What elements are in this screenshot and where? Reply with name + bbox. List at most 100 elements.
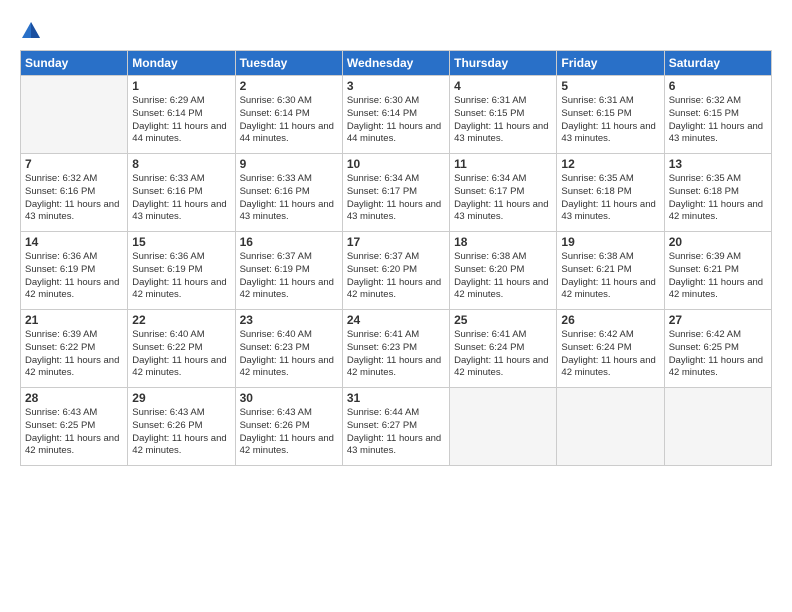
calendar-cell: 23Sunrise: 6:40 AM Sunset: 6:23 PM Dayli… (235, 310, 342, 388)
page: SundayMondayTuesdayWednesdayThursdayFrid… (0, 0, 792, 612)
calendar-week-row: 28 Sunrise: 6:43 AM Sunset: 6:25 PM Dayli… (21, 388, 772, 466)
calendar-week-row: 21 Sunrise: 6:39 AM Sunset: 6:22 PM Dayli… (21, 310, 772, 388)
calendar-cell: 12 Sunrise: 6:35 AM Sunset: 6:18 PM Dayli… (557, 154, 664, 232)
day-number: 4 (454, 79, 552, 93)
day-number: 18 (454, 235, 552, 249)
calendar-cell: 21 Sunrise: 6:39 AM Sunset: 6:22 PM Dayli… (21, 310, 128, 388)
day-info: Sunrise: 6:36 AM Sunset: 6:19 PM Dayligh… (25, 251, 123, 302)
calendar-week-row: 7 Sunrise: 6:32 AM Sunset: 6:16 PM Daylig… (21, 154, 772, 232)
day-number: 24 (347, 313, 445, 327)
calendar-cell: 17 Sunrise: 6:37 AM Sunset: 6:20 PM Dayli… (342, 232, 449, 310)
day-info: Sunrise: 6:34 AM Sunset: 6:17 PM Dayligh… (454, 173, 552, 224)
day-info: Sunrise: 6:39 AM Sunset: 6:22 PM Dayligh… (25, 329, 123, 380)
calendar-cell (557, 388, 664, 466)
calendar-cell: 8Sunrise: 6:33 AM Sunset: 6:16 PM Daylig… (128, 154, 235, 232)
calendar-cell (21, 76, 128, 154)
calendar-cell: 19 Sunrise: 6:38 AM Sunset: 6:21 PM Dayli… (557, 232, 664, 310)
logo (20, 18, 46, 42)
day-info: Sunrise: 6:39 AM Sunset: 6:21 PM Dayligh… (669, 251, 767, 302)
day-info: Sunrise: 6:35 AM Sunset: 6:18 PM Dayligh… (669, 173, 767, 224)
calendar-cell: 22Sunrise: 6:40 AM Sunset: 6:22 PM Dayli… (128, 310, 235, 388)
day-number: 31 (347, 391, 445, 405)
day-number: 27 (669, 313, 767, 327)
day-info: Sunrise: 6:42 AM Sunset: 6:25 PM Dayligh… (669, 329, 767, 380)
calendar-cell (664, 388, 771, 466)
day-number: 9 (240, 157, 338, 171)
day-number: 7 (25, 157, 123, 171)
calendar-cell: 28 Sunrise: 6:43 AM Sunset: 6:25 PM Dayli… (21, 388, 128, 466)
day-number: 20 (669, 235, 767, 249)
day-number: 16 (240, 235, 338, 249)
header (20, 18, 772, 42)
calendar-cell: 6Sunrise: 6:32 AM Sunset: 6:15 PM Daylig… (664, 76, 771, 154)
day-info: Sunrise: 6:32 AM Sunset: 6:15 PM Dayligh… (669, 95, 767, 146)
day-number: 12 (561, 157, 659, 171)
calendar-cell: 18 Sunrise: 6:38 AM Sunset: 6:20 PM Dayli… (450, 232, 557, 310)
day-info: Sunrise: 6:33 AM Sunset: 6:16 PM Dayligh… (240, 173, 338, 224)
day-info: Sunrise: 6:41 AM Sunset: 6:23 PM Dayligh… (347, 329, 445, 380)
calendar-cell: 29Sunrise: 6:43 AM Sunset: 6:26 PM Dayli… (128, 388, 235, 466)
day-number: 5 (561, 79, 659, 93)
calendar-cell: 16 Sunrise: 6:37 AM Sunset: 6:19 PM Dayli… (235, 232, 342, 310)
day-number: 14 (25, 235, 123, 249)
calendar-cell: 5Sunrise: 6:31 AM Sunset: 6:15 PM Daylig… (557, 76, 664, 154)
calendar-cell: 25 Sunrise: 6:41 AM Sunset: 6:24 PM Dayli… (450, 310, 557, 388)
calendar-cell: 4 Sunrise: 6:31 AM Sunset: 6:15 PM Daylig… (450, 76, 557, 154)
day-info: Sunrise: 6:37 AM Sunset: 6:20 PM Dayligh… (347, 251, 445, 302)
calendar-cell: 31 Sunrise: 6:44 AM Sunset: 6:27 PM Dayli… (342, 388, 449, 466)
calendar-week-row: 1Sunrise: 6:29 AM Sunset: 6:14 PM Daylig… (21, 76, 772, 154)
day-info: Sunrise: 6:35 AM Sunset: 6:18 PM Dayligh… (561, 173, 659, 224)
calendar-cell: 27 Sunrise: 6:42 AM Sunset: 6:25 PM Dayli… (664, 310, 771, 388)
day-number: 13 (669, 157, 767, 171)
day-number: 2 (240, 79, 338, 93)
day-info: Sunrise: 6:43 AM Sunset: 6:26 PM Dayligh… (240, 407, 338, 458)
day-number: 10 (347, 157, 445, 171)
logo-icon (20, 20, 42, 42)
day-info: Sunrise: 6:43 AM Sunset: 6:25 PM Dayligh… (25, 407, 123, 458)
day-info: Sunrise: 6:33 AM Sunset: 6:16 PM Dayligh… (132, 173, 230, 224)
calendar-cell: 13 Sunrise: 6:35 AM Sunset: 6:18 PM Dayli… (664, 154, 771, 232)
day-number: 17 (347, 235, 445, 249)
weekday-header-row: SundayMondayTuesdayWednesdayThursdayFrid… (21, 51, 772, 76)
day-number: 28 (25, 391, 123, 405)
weekday-header: Friday (557, 51, 664, 76)
calendar-cell: 26 Sunrise: 6:42 AM Sunset: 6:24 PM Dayli… (557, 310, 664, 388)
day-info: Sunrise: 6:34 AM Sunset: 6:17 PM Dayligh… (347, 173, 445, 224)
day-info: Sunrise: 6:42 AM Sunset: 6:24 PM Dayligh… (561, 329, 659, 380)
day-number: 19 (561, 235, 659, 249)
day-number: 21 (25, 313, 123, 327)
day-info: Sunrise: 6:38 AM Sunset: 6:20 PM Dayligh… (454, 251, 552, 302)
day-number: 29 (132, 391, 230, 405)
day-number: 11 (454, 157, 552, 171)
day-info: Sunrise: 6:38 AM Sunset: 6:21 PM Dayligh… (561, 251, 659, 302)
day-info: Sunrise: 6:32 AM Sunset: 6:16 PM Dayligh… (25, 173, 123, 224)
calendar-cell: 15Sunrise: 6:36 AM Sunset: 6:19 PM Dayli… (128, 232, 235, 310)
day-info: Sunrise: 6:31 AM Sunset: 6:15 PM Dayligh… (454, 95, 552, 146)
calendar-cell: 30 Sunrise: 6:43 AM Sunset: 6:26 PM Dayli… (235, 388, 342, 466)
day-info: Sunrise: 6:30 AM Sunset: 6:14 PM Dayligh… (240, 95, 338, 146)
day-info: Sunrise: 6:40 AM Sunset: 6:22 PM Dayligh… (132, 329, 230, 380)
day-number: 30 (240, 391, 338, 405)
weekday-header: Thursday (450, 51, 557, 76)
calendar-cell: 7 Sunrise: 6:32 AM Sunset: 6:16 PM Daylig… (21, 154, 128, 232)
calendar-cell: 11 Sunrise: 6:34 AM Sunset: 6:17 PM Dayli… (450, 154, 557, 232)
day-number: 1 (132, 79, 230, 93)
weekday-header: Monday (128, 51, 235, 76)
day-info: Sunrise: 6:40 AM Sunset: 6:23 PM Dayligh… (240, 329, 338, 380)
calendar: SundayMondayTuesdayWednesdayThursdayFrid… (20, 50, 772, 466)
day-info: Sunrise: 6:44 AM Sunset: 6:27 PM Dayligh… (347, 407, 445, 458)
calendar-cell: 10 Sunrise: 6:34 AM Sunset: 6:17 PM Dayli… (342, 154, 449, 232)
day-number: 3 (347, 79, 445, 93)
day-info: Sunrise: 6:37 AM Sunset: 6:19 PM Dayligh… (240, 251, 338, 302)
day-number: 26 (561, 313, 659, 327)
calendar-cell: 14 Sunrise: 6:36 AM Sunset: 6:19 PM Dayli… (21, 232, 128, 310)
calendar-cell: 1Sunrise: 6:29 AM Sunset: 6:14 PM Daylig… (128, 76, 235, 154)
calendar-cell: 2 Sunrise: 6:30 AM Sunset: 6:14 PM Daylig… (235, 76, 342, 154)
day-number: 25 (454, 313, 552, 327)
calendar-cell: 20 Sunrise: 6:39 AM Sunset: 6:21 PM Dayli… (664, 232, 771, 310)
weekday-header: Saturday (664, 51, 771, 76)
day-info: Sunrise: 6:41 AM Sunset: 6:24 PM Dayligh… (454, 329, 552, 380)
calendar-cell: 24 Sunrise: 6:41 AM Sunset: 6:23 PM Dayli… (342, 310, 449, 388)
calendar-cell: 9 Sunrise: 6:33 AM Sunset: 6:16 PM Daylig… (235, 154, 342, 232)
day-info: Sunrise: 6:36 AM Sunset: 6:19 PM Dayligh… (132, 251, 230, 302)
